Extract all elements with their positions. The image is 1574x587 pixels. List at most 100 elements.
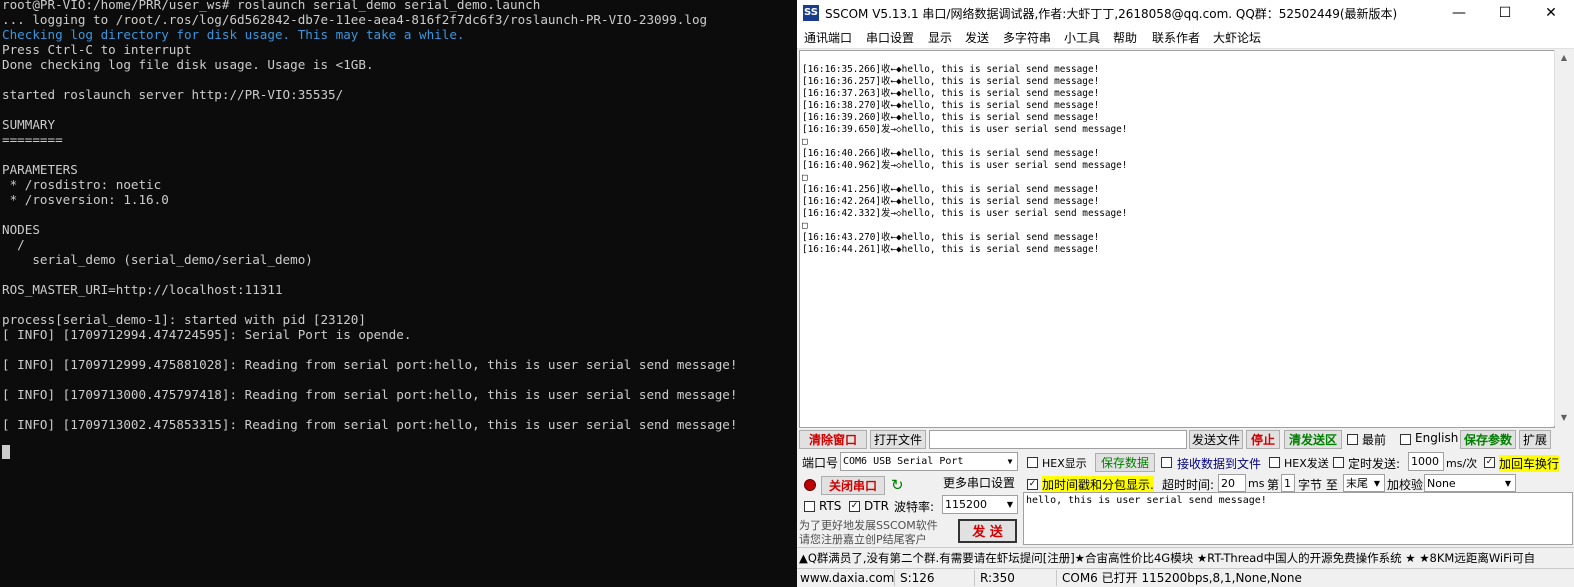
port-select[interactable]: COM6 USB Serial Port ▼ bbox=[840, 452, 1018, 471]
website-link[interactable]: www.daxia.com bbox=[797, 570, 895, 586]
chevron-down-icon: ▼ bbox=[1370, 475, 1384, 491]
terminal-line: Press Ctrl-C to interrupt bbox=[2, 42, 192, 57]
terminal-line: [ INFO] [1709712994.474724595]: Serial P… bbox=[2, 327, 412, 342]
open-file-button[interactable]: 打开文件 bbox=[870, 430, 926, 449]
log-line: [16:16:39.260]收←◆hello, this is serial s… bbox=[802, 112, 1100, 123]
baud-label: 波特率: bbox=[894, 500, 935, 514]
topmost-checkbox[interactable] bbox=[1347, 434, 1358, 445]
terminal-line: [ INFO] [1709712999.475881028]: Reading … bbox=[2, 357, 738, 372]
terminal-line: ... logging to /root/.ros/log/6d562842-d… bbox=[2, 12, 708, 27]
log-line: [16:16:35.266]收←◆hello, this is serial s… bbox=[802, 64, 1100, 75]
status-bar: www.daxia.com S:126 R:350 COM6 已打开 11520… bbox=[797, 568, 1574, 587]
chevron-down-icon: ▼ bbox=[1501, 475, 1515, 491]
end-select[interactable]: 末尾 ▼ bbox=[1343, 474, 1385, 492]
terminal-cursor bbox=[2, 445, 10, 459]
terminal-line: ROS_MASTER_URI=http://localhost:11311 bbox=[2, 282, 283, 297]
refresh-icon[interactable]: ↻ bbox=[891, 476, 904, 494]
menu-item-forum[interactable]: 大虾论坛 bbox=[1213, 29, 1261, 46]
app-icon: SS bbox=[803, 5, 819, 21]
receive-scrollbar[interactable]: ▲ ▼ bbox=[1554, 50, 1573, 426]
clear-window-button[interactable]: 清除窗口 bbox=[799, 430, 867, 449]
title-bar[interactable]: SS SSCOM V5.13.1 串口/网络数据调试器,作者:大虾丁丁,2618… bbox=[797, 0, 1574, 26]
terminal-line: * /rosversion: 1.16.0 bbox=[2, 192, 169, 207]
chevron-down-icon: ▼ bbox=[1003, 496, 1017, 513]
timeout-label: 超时时间: bbox=[1162, 478, 1215, 492]
english-checkbox[interactable] bbox=[1400, 434, 1411, 445]
byte-index-input[interactable]: 1 bbox=[1281, 474, 1295, 492]
port-value: COM6 USB Serial Port bbox=[843, 456, 964, 467]
terminal-line: SUMMARY bbox=[2, 117, 56, 132]
log-line: [16:16:43.270]收←◆hello, this is serial s… bbox=[802, 232, 1100, 243]
terminal-line: / bbox=[2, 237, 25, 252]
stop-button[interactable]: 停止 bbox=[1246, 430, 1280, 449]
clear-send-area-button[interactable]: 清发送区 bbox=[1284, 430, 1342, 449]
minimize-button[interactable]: — bbox=[1436, 0, 1482, 26]
terminal-line: serial_demo (serial_demo/serial_demo) bbox=[2, 252, 313, 267]
log-line: [16:16:39.650]发→◇hello, this is user ser… bbox=[802, 124, 1128, 135]
save-params-button[interactable]: 保存参数 bbox=[1460, 430, 1516, 449]
terminal-line: root@PR-VIO:/home/PRR/user_ws# roslaunch… bbox=[2, 0, 541, 12]
checksum-label: 加校验 bbox=[1387, 478, 1424, 492]
rts-label: RTS bbox=[819, 499, 842, 513]
timeout-input[interactable]: 20 bbox=[1218, 474, 1246, 492]
terminal-window[interactable]: root@PR-VIO:/home/PRR/user_ws# roslaunch… bbox=[0, 0, 797, 587]
terminal-line: Checking log directory for disk usage. T… bbox=[2, 27, 465, 42]
baud-value: 115200 bbox=[945, 498, 987, 511]
menu-item-port[interactable]: 通讯端口 bbox=[804, 29, 852, 46]
interval-unit: ms/次 bbox=[1446, 457, 1478, 470]
news-marquee[interactable]: ▲Q群满员了,没有第二个群.有需要请在虾坛提问[注册]★合宙高性价比4G模块 ★… bbox=[797, 547, 1574, 567]
maximize-button[interactable]: ☐ bbox=[1482, 0, 1528, 26]
dtr-label: DTR bbox=[864, 499, 889, 513]
file-path-field[interactable] bbox=[929, 430, 1187, 449]
scroll-up-icon[interactable]: ▲ bbox=[1555, 50, 1573, 66]
timeout-unit: ms bbox=[1248, 477, 1265, 490]
send-file-button[interactable]: 发送文件 bbox=[1189, 430, 1243, 449]
menu-item-display[interactable]: 显示 bbox=[928, 29, 952, 46]
log-line: □ bbox=[802, 136, 808, 147]
add-crlf-label: 加回车换行 bbox=[1499, 455, 1560, 472]
record-icon[interactable] bbox=[804, 479, 816, 491]
close-port-button[interactable]: 关闭串口 bbox=[821, 476, 885, 495]
hex-send-label: HEX发送 bbox=[1284, 457, 1329, 470]
add-crlf-checkbox[interactable]: ✓ bbox=[1484, 457, 1495, 468]
menu-item-tools[interactable]: 小工具 bbox=[1064, 29, 1100, 46]
close-button[interactable]: ✕ bbox=[1528, 0, 1574, 26]
interval-input[interactable]: 1000 bbox=[1408, 452, 1444, 471]
more-settings-button[interactable]: 更多串口设置 bbox=[941, 474, 1017, 493]
terminal-line: NODES bbox=[2, 222, 40, 237]
menu-item-send[interactable]: 发送 bbox=[965, 29, 989, 46]
hex-display-checkbox[interactable] bbox=[1027, 457, 1038, 468]
terminal-line: Done checking log file disk usage. Usage… bbox=[2, 57, 374, 72]
terminal-line: [ INFO] [1709713002.475853315]: Reading … bbox=[2, 417, 738, 432]
baud-select[interactable]: 115200 ▼ bbox=[942, 495, 1018, 514]
sent-count: S:126 bbox=[897, 570, 975, 586]
scroll-down-icon[interactable]: ▼ bbox=[1555, 410, 1573, 426]
dtr-checkbox[interactable]: ✓ bbox=[849, 501, 860, 512]
save-data-button[interactable]: 保存数据 bbox=[1095, 453, 1155, 472]
send-text-area[interactable]: hello, this is user serial send message! bbox=[1023, 492, 1573, 545]
send-button[interactable]: 发 送 bbox=[958, 519, 1017, 543]
port-status: COM6 已打开 115200bps,8,1,None,None bbox=[1062, 571, 1302, 585]
port-label: 端口号 bbox=[802, 456, 839, 470]
timestamp-checkbox[interactable]: ✓ bbox=[1027, 479, 1038, 490]
log-line: [16:16:42.332]发→◇hello, this is user ser… bbox=[802, 208, 1128, 219]
hex-display-label: HEX显示 bbox=[1042, 457, 1087, 470]
menu-item-contact[interactable]: 联系作者 bbox=[1152, 29, 1200, 46]
byte-to-label: 字节 至 bbox=[1298, 478, 1338, 492]
hex-send-checkbox[interactable] bbox=[1269, 457, 1280, 468]
checksum-select[interactable]: None ▼ bbox=[1424, 474, 1516, 492]
recv-to-file-checkbox[interactable] bbox=[1161, 457, 1172, 468]
promo-line-2[interactable]: 请您注册嘉立创P结尾客户 bbox=[799, 531, 927, 547]
menu-item-multi-string[interactable]: 多字符串 bbox=[1003, 29, 1051, 46]
menu-item-help[interactable]: 帮助 bbox=[1113, 29, 1137, 46]
expand-button[interactable]: 扩展 bbox=[1519, 430, 1551, 449]
log-line: [16:16:40.962]发→◇hello, this is user ser… bbox=[802, 160, 1128, 171]
topmost-label: 最前 bbox=[1362, 433, 1387, 447]
timed-send-checkbox[interactable] bbox=[1333, 457, 1344, 468]
page-label: 第 bbox=[1267, 478, 1280, 492]
receive-area[interactable]: [16:16:35.266]收←◆hello, this is serial s… bbox=[799, 50, 1555, 428]
rts-checkbox[interactable] bbox=[804, 501, 815, 512]
menu-item-port-settings[interactable]: 串口设置 bbox=[866, 29, 914, 46]
log-line: □ bbox=[802, 220, 808, 231]
menu-bar: 通讯端口 串口设置 显示 发送 多字符串 小工具 帮助 联系作者 大虾论坛 bbox=[797, 26, 1574, 49]
